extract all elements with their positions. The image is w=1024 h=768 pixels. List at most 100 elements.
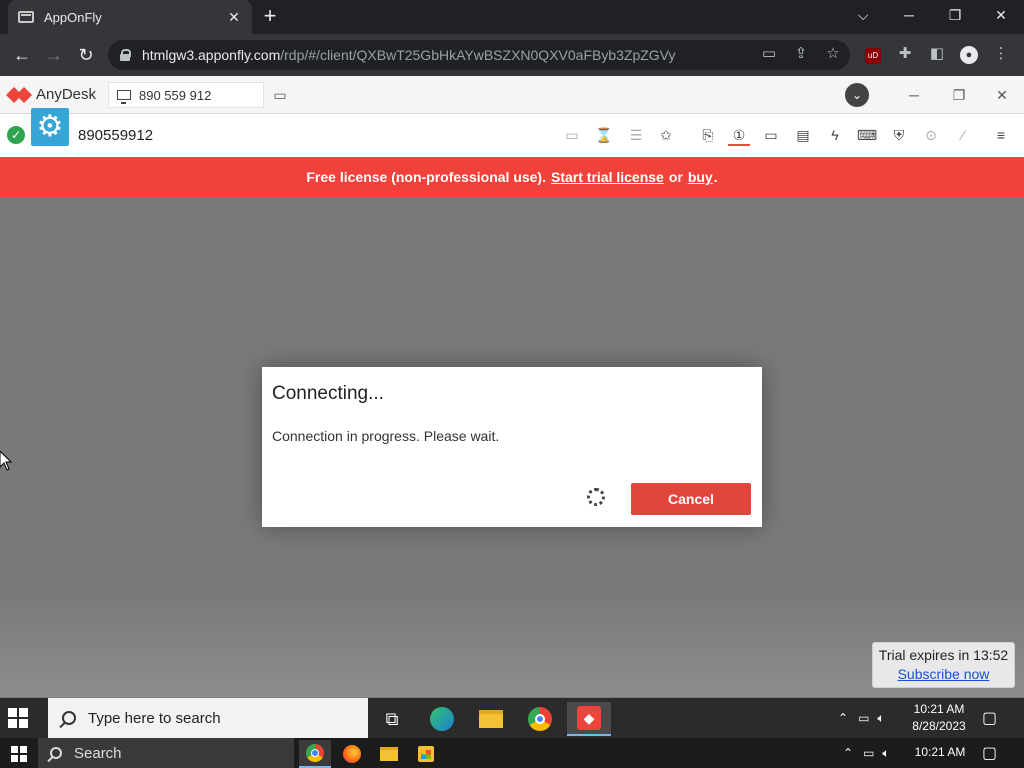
local-time: 10:21 AM bbox=[914, 745, 966, 759]
local-show-hidden-icons-chevron-icon[interactable]: ⌃ bbox=[843, 746, 853, 760]
license-banner: Free license (non-professional use). Sta… bbox=[0, 157, 1024, 197]
file-transfer-icon[interactable]: ⎘ bbox=[697, 124, 719, 146]
minimize-window-icon[interactable]: ─ bbox=[886, 0, 932, 30]
actions-lightning-icon[interactable]: ϟ bbox=[824, 124, 846, 146]
anydesk-header: AnyDesk 890 559 912 ▭ ⌄ ─ ❐ ✕ bbox=[0, 76, 1024, 114]
edge-browser-icon[interactable] bbox=[420, 702, 464, 736]
local-system-tray: ⌃ ▭ 🔈︎ bbox=[843, 738, 890, 768]
new-tab-button[interactable]: + bbox=[258, 5, 282, 29]
close-window-icon[interactable]: ✕ bbox=[978, 0, 1024, 30]
trial-notice: Trial expires in 13:52 Subscribe now bbox=[872, 642, 1015, 688]
remote-time: 10:21 AM bbox=[913, 702, 965, 716]
remote-clock[interactable]: 10:21 AM 8/28/2023 bbox=[904, 701, 974, 735]
extensions-puzzle-icon[interactable]: ✚ bbox=[892, 41, 918, 67]
buy-link[interactable]: buy bbox=[688, 169, 713, 185]
apponfly-favicon-icon bbox=[18, 11, 34, 23]
forward-arrow-icon[interactable]: → bbox=[40, 42, 68, 70]
browser-tab-strip: AppOnFly ✕ + ⌵ ─ ❐ ✕ bbox=[0, 0, 1024, 34]
keyboard-icon[interactable]: ⌨ bbox=[856, 124, 878, 146]
hourglass-icon[interactable]: ⌛ bbox=[593, 124, 615, 146]
record-icon[interactable]: ⊙ bbox=[920, 124, 942, 146]
local-notifications-icon[interactable]: ▢ bbox=[982, 738, 997, 768]
database-icon[interactable]: ☰ bbox=[625, 124, 647, 146]
local-search-icon bbox=[50, 747, 62, 759]
remote-search-box[interactable]: Type here to search bbox=[48, 698, 368, 738]
remote-system-tray: ⌃ ▭ 🔈︎ bbox=[838, 698, 885, 738]
dialog-message: Connection in progress. Please wait. bbox=[272, 428, 500, 444]
browser-tab[interactable]: AppOnFly ✕ bbox=[8, 0, 252, 34]
banner-period: . bbox=[713, 169, 718, 185]
file-explorer-icon[interactable] bbox=[469, 702, 513, 736]
remote-start-windows-icon[interactable] bbox=[8, 708, 28, 728]
task-view-icon[interactable]: ⧉ bbox=[370, 702, 414, 736]
session-id: 890559912 bbox=[78, 127, 154, 144]
browser-toolbar: ← → ↻ htmlgw3.apponfly.com/rdp/#/client/… bbox=[0, 34, 1024, 76]
session-toolbar: ✓ 890559912 ▭ ⌛ ☰ ✩ ⎘ ① ▭ ▤ ϟ ⌨ ⛨ ⊙ ∕ ≡ bbox=[0, 114, 1024, 157]
side-panel-icon[interactable]: ◧ bbox=[924, 41, 950, 67]
url-text: htmlgw3.apponfly.com/rdp/#/client/QXBwT2… bbox=[142, 47, 676, 63]
ublock-extension-icon[interactable]: uD bbox=[860, 41, 886, 67]
local-search-box[interactable]: Search bbox=[38, 738, 294, 768]
dialog-title: Connecting... bbox=[272, 383, 384, 404]
profile-avatar-icon[interactable]: ● bbox=[956, 41, 982, 67]
start-trial-link[interactable]: Start trial license bbox=[551, 169, 664, 185]
display-disabled-icon[interactable]: ▭ bbox=[561, 124, 583, 146]
mouse-cursor-icon bbox=[0, 451, 12, 471]
chevron-down-icon: ⌄ bbox=[845, 83, 869, 107]
chat-icon[interactable]: ▤ bbox=[792, 124, 814, 146]
share-icon[interactable]: ⇪ bbox=[788, 41, 814, 67]
local-file-explorer-icon[interactable] bbox=[373, 740, 405, 768]
download-menu-button[interactable]: ⌄ bbox=[845, 83, 869, 107]
address-bar[interactable]: htmlgw3.apponfly.com/rdp/#/client/QXBwT2… bbox=[108, 40, 850, 70]
bookmark-star-icon[interactable]: ☆ bbox=[820, 41, 846, 67]
reload-icon[interactable]: ↻ bbox=[72, 42, 100, 70]
browser-menu-icon[interactable]: ⋮ bbox=[988, 41, 1014, 67]
lock-icon[interactable] bbox=[120, 49, 131, 61]
favorite-star-icon[interactable]: ✩ bbox=[655, 124, 677, 146]
url-host: htmlgw3.apponfly.com bbox=[142, 47, 281, 63]
cancel-button[interactable]: Cancel bbox=[631, 483, 751, 515]
permissions-shield-icon[interactable]: ⛨ bbox=[888, 124, 910, 146]
monitor-one-icon[interactable]: ① bbox=[728, 124, 750, 146]
remote-search-placeholder: Type here to search bbox=[88, 709, 221, 727]
local-taskbar: Search ⌃ ▭ 🔈︎ 10:21 AM ▢ bbox=[0, 738, 1024, 768]
tab-search-chevron-icon[interactable]: ⌵ bbox=[840, 0, 886, 30]
restore-window-icon[interactable]: ❐ bbox=[932, 0, 978, 30]
subscribe-now-link[interactable]: Subscribe now bbox=[873, 666, 1014, 682]
anydesk-app-name: AnyDesk bbox=[36, 86, 97, 103]
anydesk-logo-icon bbox=[6, 87, 32, 103]
monitor-icon bbox=[117, 90, 131, 104]
local-firefox-icon[interactable] bbox=[336, 740, 368, 768]
banner-or-text: or bbox=[668, 169, 683, 185]
local-chrome-icon[interactable] bbox=[299, 740, 331, 768]
display-icon[interactable]: ▭ bbox=[760, 124, 782, 146]
desk-id-tab[interactable]: 890 559 912 bbox=[108, 82, 264, 108]
remote-notifications-icon[interactable]: ▢ bbox=[982, 698, 997, 738]
anydesk-minimize-icon[interactable]: ─ bbox=[902, 83, 926, 107]
trial-expires-text: Trial expires in 13:52 bbox=[878, 647, 1009, 663]
chrome-browser-icon[interactable] bbox=[518, 702, 562, 736]
license-text: Free license (non-professional use). bbox=[306, 169, 546, 185]
local-clock[interactable]: 10:21 AM bbox=[905, 744, 975, 761]
clipboard-icon[interactable]: ▭ bbox=[756, 41, 782, 67]
tab-close-icon[interactable]: ✕ bbox=[226, 9, 242, 26]
local-store-icon[interactable] bbox=[410, 740, 442, 768]
connected-check-icon: ✓ bbox=[7, 126, 25, 144]
show-hidden-icons-chevron-icon[interactable]: ⌃ bbox=[838, 711, 848, 725]
search-icon bbox=[62, 711, 76, 725]
draw-pen-icon[interactable]: ∕ bbox=[952, 124, 974, 146]
loading-spinner-icon bbox=[587, 488, 605, 506]
anydesk-close-icon[interactable]: ✕ bbox=[990, 83, 1014, 107]
local-network-icon[interactable]: ▭ bbox=[863, 746, 874, 760]
volume-icon[interactable]: 🔈︎ bbox=[877, 711, 884, 726]
back-arrow-icon[interactable]: ← bbox=[8, 42, 36, 70]
settings-gear-icon[interactable]: ⚙ bbox=[31, 108, 69, 146]
anydesk-restore-icon[interactable]: ❐ bbox=[947, 83, 971, 107]
anydesk-taskbar-icon[interactable]: ◆ bbox=[567, 702, 611, 736]
network-icon[interactable]: ▭ bbox=[858, 711, 869, 725]
local-volume-icon[interactable]: 🔈︎ bbox=[882, 746, 889, 761]
url-path: /rdp/#/client/QXBwT25GbHkAYwBSZXN0QXV0aF… bbox=[280, 47, 676, 63]
local-start-windows-icon[interactable] bbox=[11, 746, 27, 762]
hamburger-menu-icon[interactable]: ≡ bbox=[990, 124, 1012, 146]
new-session-monitor-icon[interactable]: ▭ bbox=[268, 83, 292, 107]
